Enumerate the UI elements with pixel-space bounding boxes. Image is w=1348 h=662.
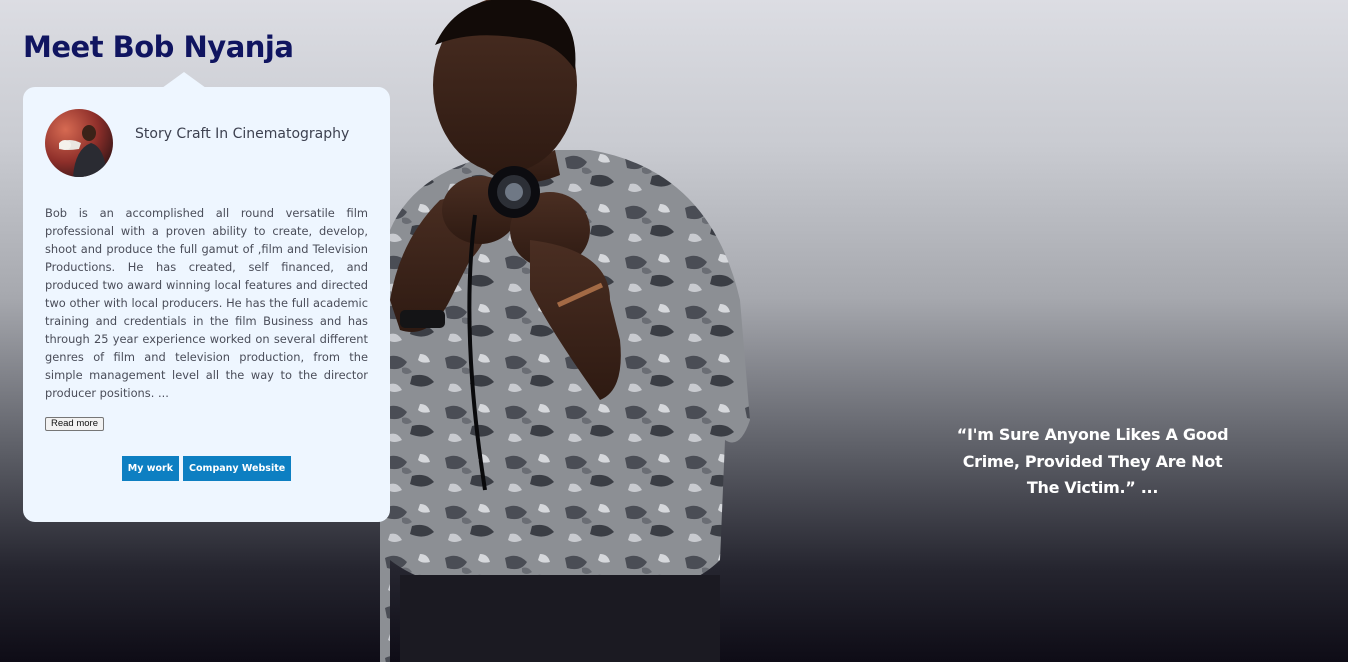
avatar-photo-icon bbox=[45, 109, 113, 177]
page-title: Meet Bob Nyanja bbox=[23, 30, 294, 64]
bio-text: Bob is an accomplished all round versati… bbox=[45, 206, 368, 400]
read-more-button[interactable]: Read more bbox=[45, 417, 104, 431]
hero-photo bbox=[380, 0, 760, 662]
card-pointer bbox=[162, 72, 206, 88]
avatar bbox=[45, 109, 113, 177]
photographer-figure bbox=[380, 0, 750, 662]
card-subtitle: Story Craft In Cinematography bbox=[135, 126, 350, 142]
card-actions: My work Company Website bbox=[23, 456, 390, 481]
bio-card: Story Craft In Cinematography Bob is an … bbox=[23, 72, 390, 522]
company-website-button[interactable]: Company Website bbox=[183, 456, 292, 481]
my-work-button[interactable]: My work bbox=[121, 456, 180, 481]
featured-quote: “I'm Sure Anyone Likes A Good Crime, Pro… bbox=[956, 425, 1229, 497]
